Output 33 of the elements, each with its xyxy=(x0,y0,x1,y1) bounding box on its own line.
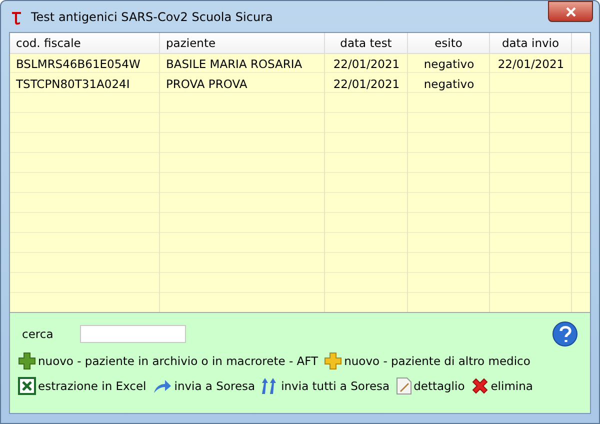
help-icon[interactable] xyxy=(552,321,578,347)
action-button[interactable]: nuovo - paziente di altro medico xyxy=(324,352,530,370)
column-header[interactable]: cod. fiscale xyxy=(10,33,160,53)
action-button[interactable]: elimina xyxy=(470,377,533,395)
column-header[interactable]: esito xyxy=(408,33,490,53)
arrow-icon xyxy=(152,377,172,395)
document-pen-icon xyxy=(396,377,412,395)
column-header[interactable]: data invio xyxy=(490,33,572,53)
close-button[interactable] xyxy=(548,1,593,22)
search-label: cerca xyxy=(21,327,54,341)
table-cell: 22/01/2021 xyxy=(333,77,400,91)
spreadsheet-icon xyxy=(18,377,36,395)
column-header[interactable]: data test xyxy=(325,33,408,53)
column-header[interactable]: paziente xyxy=(160,33,325,53)
window-title: Test antigenici SARS-Cov2 Scuola Sicura xyxy=(31,10,273,24)
action-button[interactable]: dettaglio xyxy=(396,377,465,395)
table-cell: BSLMRS46B61E054W xyxy=(16,57,140,71)
close-icon xyxy=(566,6,576,16)
search-field[interactable] xyxy=(80,325,186,343)
action-button[interactable]: estrazione in Excel xyxy=(18,377,146,395)
plus-icon xyxy=(324,352,342,370)
action-button[interactable]: invia a Soresa xyxy=(152,377,256,395)
table-cell: 22/01/2021 xyxy=(333,57,400,71)
table-cell: negativo xyxy=(424,57,474,71)
table-cell: negativo xyxy=(424,77,474,91)
plus-icon xyxy=(18,352,36,370)
action-button[interactable]: nuovo - paziente in archivio o in macrorete - AFT xyxy=(18,352,318,370)
table-cell: TSTCPN80T31A024I xyxy=(16,77,130,91)
delete-icon xyxy=(470,377,489,395)
table-cell: 22/01/2021 xyxy=(498,57,564,71)
table-cell: PROVA PROVA xyxy=(166,77,248,91)
action-button[interactable]: invia tutti a Soresa xyxy=(261,377,390,395)
table-cell: BASILE MARIA ROSARIA xyxy=(166,57,302,71)
